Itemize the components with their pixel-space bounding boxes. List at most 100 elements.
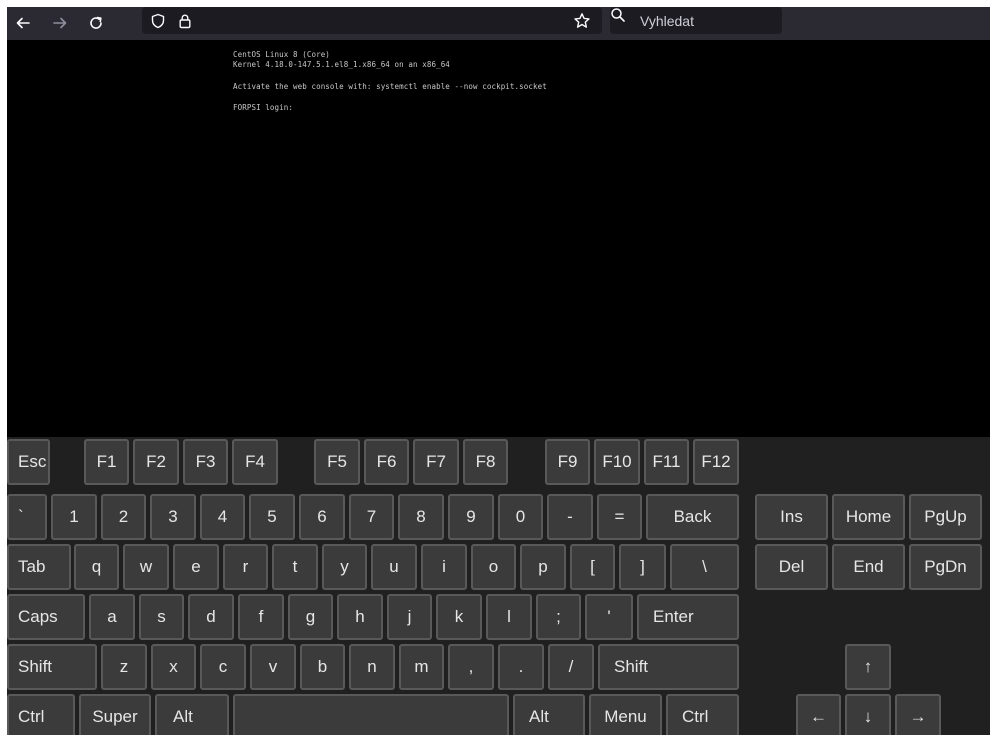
key-y[interactable]: y (322, 544, 367, 590)
key-u[interactable]: u (371, 544, 417, 590)
key-tab[interactable]: Tab (7, 544, 71, 590)
console-line: CentOS Linux 8 (Core) (233, 50, 330, 59)
key-left-shift[interactable]: Shift (7, 644, 97, 690)
key-r[interactable]: r (223, 544, 268, 590)
key-n[interactable]: n (349, 644, 395, 690)
key-q[interactable]: q (74, 544, 119, 590)
key-comma[interactable]: , (448, 644, 494, 690)
key-f[interactable]: f (238, 594, 284, 640)
key-3[interactable]: 3 (150, 494, 196, 540)
key-2[interactable]: 2 (101, 494, 146, 540)
reload-button[interactable] (82, 9, 110, 37)
key-i[interactable]: i (421, 544, 467, 590)
key-period[interactable]: . (498, 644, 544, 690)
key-page-down[interactable]: PgDn (909, 544, 982, 590)
key-equals[interactable]: = (597, 494, 642, 540)
key-7[interactable]: 7 (349, 494, 394, 540)
tracking-protection-button[interactable] (148, 11, 168, 31)
key-semicolon[interactable]: ; (536, 594, 581, 640)
key-1[interactable]: 1 (51, 494, 97, 540)
key-right-alt[interactable]: Alt (513, 694, 585, 735)
key-w[interactable]: w (123, 544, 169, 590)
key-v[interactable]: v (250, 644, 296, 690)
key-p[interactable]: p (520, 544, 566, 590)
key-left-bracket[interactable]: [ (570, 544, 615, 590)
key-left-alt[interactable]: Alt (155, 694, 229, 735)
key-f6[interactable]: F6 (364, 439, 409, 485)
key-f1[interactable]: F1 (84, 439, 129, 485)
bookmark-button[interactable] (572, 11, 592, 31)
key-f3[interactable]: F3 (183, 439, 228, 485)
key-f12[interactable]: F12 (693, 439, 739, 485)
arrow-left-icon (16, 17, 30, 29)
key-backspace[interactable]: Back (646, 494, 739, 540)
key-j[interactable]: j (387, 594, 432, 640)
key-space[interactable] (233, 694, 509, 735)
key-minus[interactable]: - (547, 494, 593, 540)
key-delete[interactable]: Del (755, 544, 828, 590)
key-right-ctrl[interactable]: Ctrl (666, 694, 739, 735)
console-screen[interactable]: CentOS Linux 8 (Core) Kernel 4.18.0-147.… (7, 40, 990, 437)
key-apostrophe[interactable]: ' (585, 594, 633, 640)
url-bar[interactable] (142, 7, 602, 34)
key-0[interactable]: 0 (498, 494, 543, 540)
key-f7[interactable]: F7 (413, 439, 459, 485)
forward-button[interactable] (46, 9, 74, 37)
on-screen-keyboard: Esc F1 F2 F3 F4 F5 F6 F7 F8 F9 F10 F11 F… (7, 437, 990, 735)
search-input[interactable] (640, 7, 775, 34)
back-button[interactable] (9, 9, 37, 37)
key-a[interactable]: a (89, 594, 135, 640)
key-menu[interactable]: Menu (589, 694, 662, 735)
key-insert[interactable]: Ins (755, 494, 828, 540)
key-f8[interactable]: F8 (463, 439, 508, 485)
key-page-up[interactable]: PgUp (909, 494, 982, 540)
search-bar[interactable] (610, 7, 782, 34)
key-d[interactable]: d (188, 594, 234, 640)
key-f5[interactable]: F5 (314, 439, 360, 485)
key-k[interactable]: k (436, 594, 482, 640)
key-m[interactable]: m (399, 644, 444, 690)
key-right-shift[interactable]: Shift (598, 644, 739, 690)
key-e[interactable]: e (173, 544, 219, 590)
key-f11[interactable]: F11 (644, 439, 689, 485)
key-6[interactable]: 6 (299, 494, 345, 540)
key-caps-lock[interactable]: Caps (7, 594, 85, 640)
key-f10[interactable]: F10 (594, 439, 640, 485)
site-info-button[interactable] (175, 11, 195, 31)
console-prompt: FORPSI login: (233, 103, 293, 112)
key-home[interactable]: Home (832, 494, 905, 540)
reload-icon (90, 16, 102, 29)
key-arrow-left[interactable]: ← (796, 694, 841, 735)
key-arrow-down[interactable]: ↓ (845, 694, 891, 735)
key-backslash[interactable]: \ (670, 544, 739, 590)
key-end[interactable]: End (832, 544, 905, 590)
key-5[interactable]: 5 (249, 494, 295, 540)
key-enter[interactable]: Enter (637, 594, 739, 640)
key-t[interactable]: t (272, 544, 318, 590)
key-s[interactable]: s (139, 594, 184, 640)
key-esc[interactable]: Esc (7, 439, 50, 485)
key-4[interactable]: 4 (200, 494, 245, 540)
key-g[interactable]: g (288, 594, 333, 640)
key-super[interactable]: Super (79, 694, 151, 735)
key-l[interactable]: l (486, 594, 532, 640)
key-left-ctrl[interactable]: Ctrl (7, 694, 75, 735)
key-z[interactable]: z (101, 644, 147, 690)
key-h[interactable]: h (337, 594, 383, 640)
key-backtick[interactable]: ` (7, 494, 47, 540)
key-f9[interactable]: F9 (545, 439, 590, 485)
key-9[interactable]: 9 (448, 494, 494, 540)
key-slash[interactable]: / (548, 644, 594, 690)
key-x[interactable]: x (151, 644, 196, 690)
browser-toolbar (7, 7, 990, 41)
key-arrow-right[interactable]: → (895, 694, 941, 735)
key-b[interactable]: b (300, 644, 345, 690)
star-icon (574, 13, 590, 28)
key-f4[interactable]: F4 (232, 439, 278, 485)
key-arrow-up[interactable]: ↑ (845, 644, 891, 690)
key-8[interactable]: 8 (398, 494, 444, 540)
key-c[interactable]: c (200, 644, 246, 690)
key-right-bracket[interactable]: ] (619, 544, 666, 590)
key-o[interactable]: o (471, 544, 516, 590)
key-f2[interactable]: F2 (133, 439, 179, 485)
